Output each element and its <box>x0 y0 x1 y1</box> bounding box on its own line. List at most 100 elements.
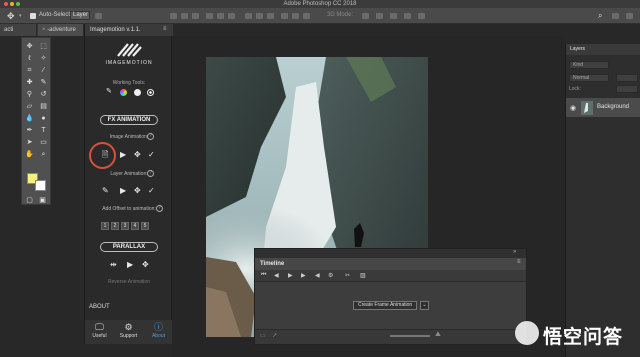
fx-animation-button[interactable]: FX ANIMATION <box>100 115 158 125</box>
chevron-down-icon[interactable]: ⌄ <box>420 301 429 310</box>
offset-option-5[interactable]: 5 <box>141 222 149 230</box>
previous-frame-icon[interactable]: ◀ <box>274 272 279 279</box>
zoom-slider[interactable] <box>390 335 430 337</box>
layer-filter-input[interactable]: Kind <box>569 61 609 69</box>
about-button[interactable]: ⓘ About <box>144 322 173 339</box>
move-tool-icon[interactable]: ✥ <box>7 11 15 22</box>
create-frame-animation-button[interactable]: Create Frame Animation <box>353 301 418 310</box>
horizontal-arrows-icon[interactable]: ⇹ <box>110 261 117 269</box>
path-select-icon[interactable]: ➤ <box>25 138 34 147</box>
split-icon[interactable]: ✂ <box>345 272 350 279</box>
settings-icon[interactable]: ⚙ <box>328 272 333 279</box>
play-icon[interactable]: ▶ <box>120 151 126 159</box>
distribute-top-icon[interactable] <box>245 13 252 19</box>
background-color-swatch[interactable] <box>35 180 46 191</box>
slide-3d-icon[interactable] <box>404 13 411 19</box>
blur-icon[interactable]: 💧 <box>25 114 34 123</box>
distribute-left-icon[interactable] <box>281 13 288 19</box>
render-icon[interactable]: ↗ <box>272 332 277 339</box>
useful-button[interactable]: 🖵 Useful <box>85 322 114 339</box>
crop-icon[interactable]: ⌗ <box>25 66 34 75</box>
white-dot-icon[interactable] <box>134 89 141 96</box>
panel-menu-icon[interactable]: ≡ <box>163 26 167 32</box>
distribute-center-icon[interactable] <box>292 13 299 19</box>
eraser-icon[interactable]: ▱ <box>25 102 34 111</box>
hand-icon[interactable]: ✋ <box>25 150 34 159</box>
checkmark-icon[interactable]: ✓ <box>148 151 155 159</box>
gradient-icon[interactable]: ▤ <box>39 102 48 111</box>
search-icon[interactable]: ⌕ <box>598 11 602 21</box>
target-icon[interactable] <box>147 89 154 96</box>
tab-document-1[interactable]: acti <box>0 24 37 36</box>
fill-field[interactable] <box>616 85 638 93</box>
distribute-middle-icon[interactable] <box>256 13 263 19</box>
share-icon[interactable] <box>626 13 633 19</box>
orbit-3d-icon[interactable] <box>362 13 369 19</box>
lasso-icon[interactable]: ℓ <box>25 54 34 63</box>
roll-3d-icon[interactable] <box>376 13 383 19</box>
history-brush-icon[interactable]: ↺ <box>39 90 48 99</box>
pencil-icon[interactable]: ✎ <box>102 187 109 195</box>
offset-option-3[interactable]: 3 <box>121 222 129 230</box>
support-button[interactable]: ⚙ Support <box>114 322 143 339</box>
quick-mask-icon[interactable]: ▢ <box>25 196 34 205</box>
align-left-icon[interactable] <box>206 13 213 19</box>
healing-icon[interactable]: ✚ <box>25 78 34 87</box>
marquee-icon[interactable]: ⬚ <box>39 42 48 51</box>
checkmark-icon[interactable]: ✓ <box>148 187 155 195</box>
pen-icon[interactable]: ✒ <box>25 126 34 135</box>
shape-icon[interactable]: ▭ <box>39 138 48 147</box>
type-icon[interactable]: T <box>39 126 48 135</box>
offset-option-4[interactable]: 4 <box>131 222 139 230</box>
align-top-icon[interactable] <box>170 13 177 19</box>
collapse-icon[interactable]: » <box>513 249 516 255</box>
eye-icon[interactable]: ◉ <box>570 104 576 112</box>
blend-mode-select[interactable]: Normal <box>569 74 609 82</box>
auto-select-dropdown[interactable]: Layer <box>70 11 90 20</box>
convert-frames-icon[interactable]: ▭ <box>260 332 266 339</box>
zoom-in-icon[interactable]: ⛰ <box>435 331 441 339</box>
play-icon[interactable]: ▶ <box>288 272 293 279</box>
transition-icon[interactable]: ▨ <box>360 272 366 279</box>
move-icon[interactable]: ✥ <box>25 42 34 51</box>
chevron-down-icon[interactable]: ▾ <box>19 13 22 19</box>
magic-wand-icon[interactable]: ✧ <box>39 54 48 63</box>
auto-select-checkbox[interactable] <box>30 13 36 19</box>
opacity-field[interactable] <box>616 74 638 82</box>
brush-icon[interactable]: ✎ <box>39 78 48 87</box>
play-icon[interactable]: ▶ <box>127 261 133 269</box>
align-center-icon[interactable] <box>217 13 224 19</box>
panel-menu-icon[interactable]: ≡ <box>517 259 521 265</box>
distribute-right-icon[interactable] <box>303 13 310 19</box>
pencil-icon[interactable]: ✎ <box>106 88 112 96</box>
pan-3d-icon[interactable] <box>390 13 397 19</box>
scale-3d-icon[interactable] <box>418 13 425 19</box>
next-frame-icon[interactable]: ▶ <box>301 272 306 279</box>
close-icon[interactable]: × <box>42 27 46 33</box>
audio-icon[interactable]: ◀ <box>315 272 320 279</box>
align-bottom-icon[interactable] <box>192 13 199 19</box>
offset-option-2[interactable]: 2 <box>111 222 119 230</box>
move-arrows-icon[interactable]: ✥ <box>134 151 141 159</box>
zoom-icon[interactable]: ⌕ <box>39 150 48 159</box>
align-right-icon[interactable] <box>228 13 235 19</box>
stamp-icon[interactable]: ⚲ <box>25 90 34 99</box>
align-middle-icon[interactable] <box>181 13 188 19</box>
color-wheel-icon[interactable] <box>120 89 127 96</box>
distribute-bottom-icon[interactable] <box>267 13 274 19</box>
first-frame-icon[interactable]: ⏮ <box>261 272 266 279</box>
help-icon[interactable]: ? <box>147 133 154 140</box>
workspace-icon[interactable] <box>612 13 619 19</box>
screen-mode-icon[interactable]: ▣ <box>38 196 47 205</box>
parallax-button[interactable]: PARALLAX <box>100 242 158 252</box>
help-icon[interactable]: ? <box>147 170 154 177</box>
transform-controls-icon[interactable] <box>95 13 102 19</box>
help-icon[interactable]: ? <box>156 205 163 212</box>
tab-document-2[interactable]: × -adventure <box>38 24 84 36</box>
offset-option-1[interactable]: 1 <box>101 222 109 230</box>
timeline-panel-header[interactable] <box>255 249 526 258</box>
dodge-icon[interactable]: ● <box>39 114 48 123</box>
play-icon[interactable]: ▶ <box>120 187 126 195</box>
move-arrows-icon[interactable]: ✥ <box>142 261 149 269</box>
eyedropper-icon[interactable]: ⁄ <box>39 66 48 75</box>
